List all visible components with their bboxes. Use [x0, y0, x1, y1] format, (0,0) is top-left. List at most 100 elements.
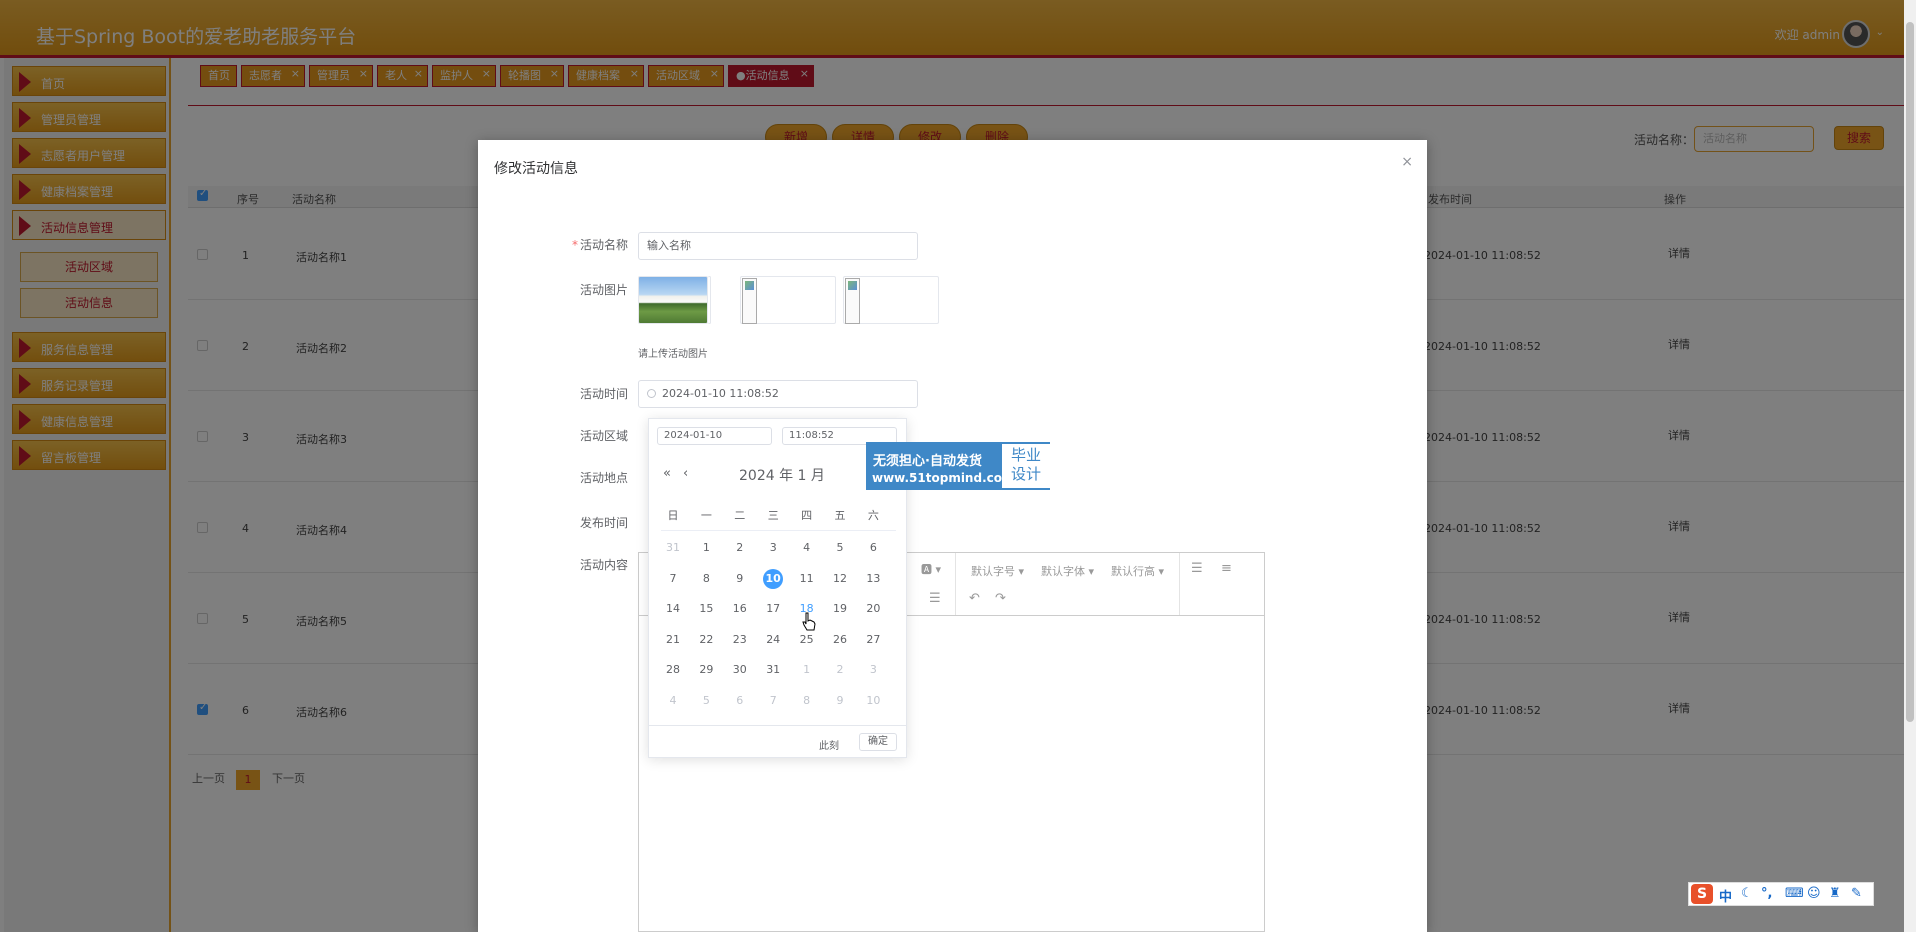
calendar-day[interactable]: 31	[763, 660, 783, 680]
upload-hint: 请上传活动图片	[638, 349, 708, 360]
activity-image-slot[interactable]	[740, 276, 836, 324]
weekday-header: 一	[700, 509, 712, 522]
content-label: 活动内容	[579, 558, 628, 572]
calendar-day[interactable]: 15	[696, 599, 716, 619]
activity-image-thumbnail[interactable]	[638, 276, 708, 324]
calendar-day[interactable]: 10	[863, 691, 883, 711]
calendar-day[interactable]: 2	[730, 538, 750, 558]
ime-toolbar[interactable]: S 中 ☾ °, ⌨ ☺ ♜ ✎	[1688, 882, 1874, 906]
calendar-day[interactable]: 4	[797, 538, 817, 558]
dialog-title: 修改活动信息	[494, 161, 578, 177]
calendar-day[interactable]: 10	[763, 568, 784, 589]
font-size-select[interactable]: 默认字号 ▾	[971, 563, 1024, 579]
activity-time-input[interactable]: 2024-01-10 11:08:52	[638, 380, 918, 408]
user-icon[interactable]: ☺	[1807, 886, 1821, 901]
calendar-day[interactable]: 3	[863, 660, 883, 680]
calendar-day[interactable]: 26	[830, 630, 850, 650]
weekday-header: 四	[801, 509, 813, 522]
thumbnail-edge	[708, 276, 711, 324]
divider	[1179, 553, 1180, 615]
calendar-day[interactable]: 5	[696, 691, 716, 711]
calendar-day[interactable]: 2	[830, 660, 850, 680]
calendar-day[interactable]: 20	[863, 599, 883, 619]
calendar-day[interactable]: 8	[696, 569, 716, 589]
confirm-button[interactable]: 确定	[859, 733, 897, 751]
scrollbar-thumb[interactable]	[1906, 22, 1914, 722]
moon-icon[interactable]: ☾	[1741, 886, 1753, 901]
calendar-day[interactable]: 7	[663, 569, 683, 589]
align-icon[interactable]: ☰	[929, 591, 941, 606]
watermark-line-2: www.51topmind.com	[872, 471, 1015, 485]
activity-name-input[interactable]: 输入名称	[638, 232, 918, 260]
sogou-logo-icon[interactable]: S	[1691, 884, 1713, 904]
calendar-day[interactable]: 1	[696, 538, 716, 558]
numbered-list-icon[interactable]: ≡	[1221, 561, 1232, 576]
calendar-day[interactable]: 31	[663, 538, 683, 558]
activity-time-value: 2024-01-10 11:08:52	[662, 387, 779, 400]
region-label: 活动区域	[579, 429, 628, 443]
prev-month-icon[interactable]: ‹	[683, 466, 688, 481]
skin-icon[interactable]: ♜	[1829, 886, 1841, 901]
calendar-day[interactable]: 28	[663, 660, 683, 680]
calendar-day[interactable]: 29	[696, 660, 716, 680]
calendar-day[interactable]: 13	[863, 569, 883, 589]
line-height-label: 默认行高	[1111, 565, 1155, 578]
calendar-day[interactable]: 12	[830, 569, 850, 589]
calendar-day[interactable]: 11	[797, 569, 817, 589]
calendar-day[interactable]: 1	[797, 660, 817, 680]
activity-image-slot[interactable]	[843, 276, 939, 324]
calendar-day[interactable]: 14	[663, 599, 683, 619]
divider	[955, 584, 956, 615]
chinese-mode-icon[interactable]: 中	[1719, 886, 1732, 905]
line-height-select[interactable]: 默认行高 ▾	[1111, 563, 1164, 579]
weekday-header: 日	[667, 509, 679, 522]
hand-cursor-icon	[802, 612, 816, 631]
punctuation-icon[interactable]: °,	[1761, 886, 1772, 901]
calendar-day[interactable]: 27	[863, 630, 883, 650]
page-scrollbar[interactable]	[1904, 0, 1916, 932]
watermark-box: 毕业 设计	[1002, 444, 1050, 488]
calendar-day[interactable]: 3	[763, 538, 783, 558]
calendar-day[interactable]: 21	[663, 630, 683, 650]
calendar-day[interactable]: 9	[730, 569, 750, 589]
calendar-day[interactable]: 9	[830, 691, 850, 711]
calendar-day[interactable]: 23	[730, 630, 750, 650]
calendar-day[interactable]: 30	[730, 660, 750, 680]
watermark-badge-2: 设计	[1010, 465, 1041, 483]
calendar-day[interactable]: 16	[730, 599, 750, 619]
calendar-day[interactable]: 19	[830, 599, 850, 619]
wrench-icon[interactable]: ✎	[1851, 886, 1862, 901]
redo-icon[interactable]: ↷	[995, 591, 1006, 606]
close-icon[interactable]: ×	[1401, 154, 1413, 170]
weekday-header: 六	[867, 509, 879, 522]
divider	[661, 530, 896, 531]
picker-date-input[interactable]: 2024-01-10	[657, 427, 772, 445]
now-button[interactable]: 此刻	[819, 737, 839, 752]
calendar-day[interactable]: 7	[763, 691, 783, 711]
calendar-day[interactable]: 24	[763, 630, 783, 650]
calendar-day[interactable]: 5	[830, 538, 850, 558]
calendar-day[interactable]: 22	[696, 630, 716, 650]
keyboard-icon[interactable]: ⌨	[1785, 886, 1804, 901]
prev-year-icon[interactable]: «	[663, 466, 671, 481]
calendar-day[interactable]: 25	[797, 630, 817, 650]
bullet-list-icon[interactable]: ☰	[1191, 561, 1203, 576]
font-family-select[interactable]: 默认字体 ▾	[1041, 563, 1094, 579]
edit-activity-dialog: 修改活动信息 × * 活动名称 输入名称 活动图片 请上传活动图片 活动时间 20…	[478, 140, 1427, 932]
name-label-text: 活动名称	[579, 238, 628, 252]
calendar-day[interactable]: 6	[730, 691, 750, 711]
calendar-day[interactable]: 6	[863, 538, 883, 558]
clock-icon	[647, 389, 656, 398]
place-label: 活动地点	[579, 471, 628, 485]
image-label: 活动图片	[579, 283, 628, 297]
font-color-icon[interactable]: 🅰 ▾	[921, 561, 941, 577]
undo-icon[interactable]: ↶	[969, 591, 980, 606]
calendar-day[interactable]: 4	[663, 691, 683, 711]
publish-label: 发布时间	[579, 516, 628, 530]
watermark-badge-1: 毕业	[1010, 446, 1041, 464]
watermark-badge: 无须担心·自动发货 www.51topmind.com 毕业 设计	[866, 442, 1050, 490]
calendar-day[interactable]: 17	[763, 599, 783, 619]
calendar-day[interactable]: 8	[797, 691, 817, 711]
broken-image-icon	[845, 278, 860, 324]
picker-year-month[interactable]: 2024 年 1 月	[739, 465, 825, 485]
